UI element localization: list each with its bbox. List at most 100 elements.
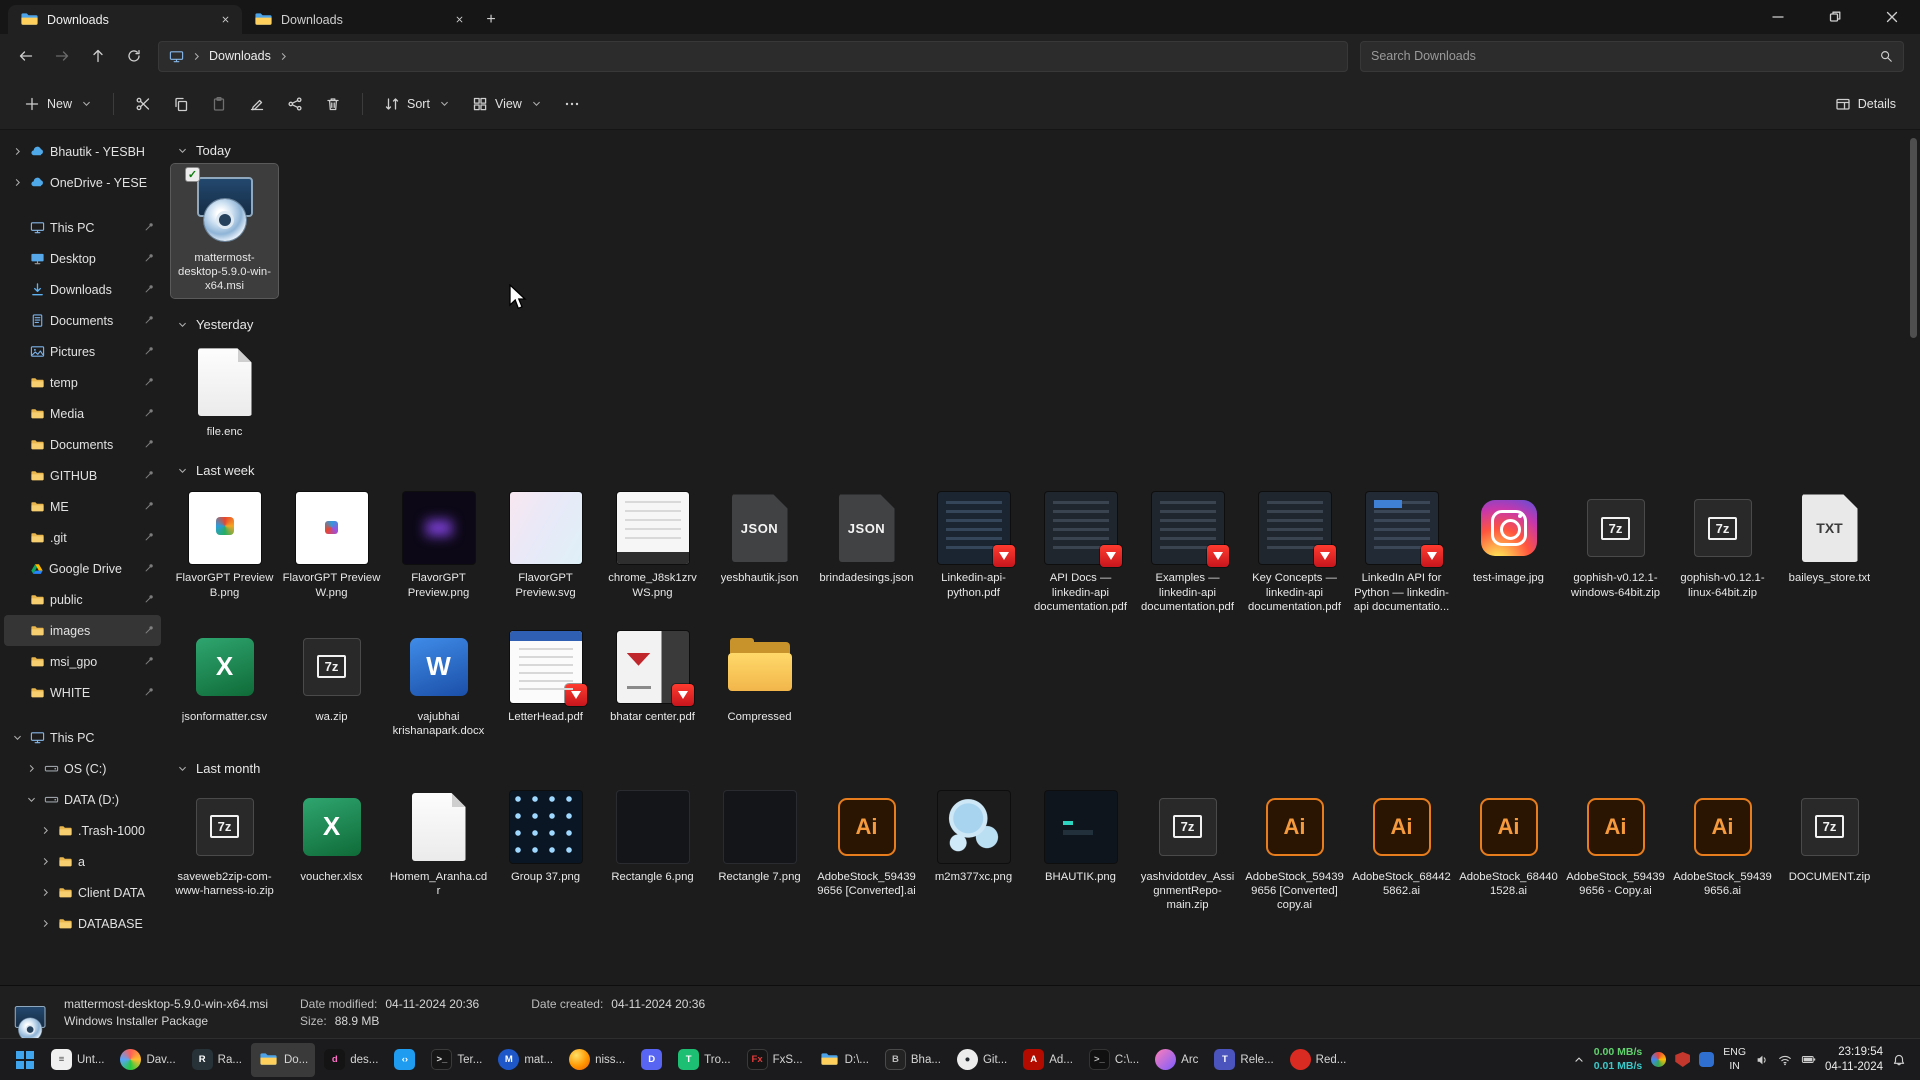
file-tile[interactable]: Ai AdobeStock_594399656 [Converted].ai — [813, 783, 920, 903]
taskbar-app-dark-app[interactable]: BBha... — [878, 1043, 948, 1077]
sidebar-item-this-pc[interactable]: This PC — [4, 212, 161, 243]
sidebar-item-database[interactable]: DATABASE — [4, 908, 161, 939]
group-header[interactable]: Today — [177, 138, 1906, 162]
sidebar-item-public[interactable]: public — [4, 584, 161, 615]
taskbar-app-cmd[interactable]: >_C:\... — [1082, 1043, 1146, 1077]
file-tile[interactable]: Key Concepts — linkedin-api documentatio… — [1241, 484, 1348, 618]
cut-button[interactable] — [125, 87, 161, 121]
file-tile[interactable]: Ai AdobeStock_684425862.ai — [1348, 783, 1455, 903]
taskbar-app-arc[interactable]: Arc — [1148, 1043, 1205, 1077]
selected-checkbox[interactable]: ✓ — [185, 167, 200, 182]
clock[interactable]: 23:19:54 04-11-2024 — [1825, 1045, 1883, 1075]
file-tile[interactable]: JSON brindadesings.json — [813, 484, 920, 590]
sidebar-item-git[interactable]: .git — [4, 522, 161, 553]
file-tile[interactable]: Compressed — [706, 623, 813, 729]
taskbar-app-explorer[interactable]: Do... — [251, 1043, 315, 1077]
sidebar-item-white[interactable]: WHITE — [4, 677, 161, 708]
file-tile[interactable]: BHAUTIK.png — [1027, 783, 1134, 889]
copy-button[interactable] — [163, 87, 199, 121]
refresh-button[interactable] — [116, 39, 152, 73]
taskbar-app-firefox[interactable]: niss... — [562, 1043, 632, 1077]
forward-button[interactable] — [44, 39, 80, 73]
search-icon[interactable] — [1879, 49, 1893, 63]
rename-button[interactable] — [239, 87, 275, 121]
wifi-icon[interactable] — [1778, 1053, 1792, 1067]
sort-button[interactable]: Sort — [374, 88, 460, 120]
notifications-icon[interactable] — [1892, 1053, 1906, 1067]
taskbar-app-folder-window[interactable]: D:\... — [812, 1043, 876, 1077]
taskbar-app-raindrop[interactable]: RRa... — [185, 1043, 249, 1077]
language-indicator[interactable]: ENG IN — [1723, 1046, 1746, 1072]
file-tile[interactable]: Rectangle 6.png — [599, 783, 706, 889]
taskbar-app-mattermost[interactable]: Mmat... — [491, 1043, 560, 1077]
view-button[interactable]: View — [462, 88, 552, 120]
file-tile[interactable]: LinkedIn API for Python — linkedin-api d… — [1348, 484, 1455, 618]
taskbar-app-terminal[interactable]: >_Ter... — [424, 1043, 489, 1077]
file-tile[interactable]: file.enc — [171, 338, 278, 444]
taskbar-app-redis[interactable]: Red... — [1283, 1043, 1354, 1077]
file-tile[interactable]: chrome_J8sk1zrvWS.png — [599, 484, 706, 604]
file-tile[interactable]: 7z gophish-v0.12.1-windows-64bit.zip — [1562, 484, 1669, 604]
details-pane-button[interactable]: Details — [1825, 88, 1906, 120]
group-header[interactable]: Last week — [177, 458, 1906, 482]
file-tile[interactable]: bhatar center.pdf — [599, 623, 706, 729]
sidebar-item-client-data[interactable]: Client DATA — [4, 877, 161, 908]
battery-icon[interactable] — [1801, 1052, 1816, 1067]
file-tile[interactable]: 7z yashvidotdev_AssignmentRepo-main.zip — [1134, 783, 1241, 917]
sidebar-item-temp[interactable]: temp — [4, 367, 161, 398]
sidebar-item-me[interactable]: ME — [4, 491, 161, 522]
breadcrumb[interactable]: Downloads — [209, 49, 271, 63]
sidebar-item-data-d[interactable]: DATA (D:) — [4, 784, 161, 815]
file-tile[interactable]: Examples — linkedin-api documentation.pd… — [1134, 484, 1241, 618]
taskbar-app-fxsound[interactable]: FxFxS... — [740, 1043, 810, 1077]
sidebar-item-trash-1000[interactable]: .Trash-1000 — [4, 815, 161, 846]
scrollbar-thumb[interactable] — [1910, 138, 1917, 338]
file-tile[interactable]: Ai AdobeStock_594399656 - Copy.ai — [1562, 783, 1669, 903]
taskbar-app-adobe[interactable]: AAd... — [1016, 1043, 1080, 1077]
file-tile[interactable]: X jsonformatter.csv — [171, 623, 278, 729]
sidebar-item-msi-gpo[interactable]: msi_gpo — [4, 646, 161, 677]
tab-downloads[interactable]: Downloads — [242, 5, 476, 34]
back-button[interactable] — [8, 39, 44, 73]
file-tile[interactable]: X voucher.xlsx — [278, 783, 385, 889]
group-header[interactable]: Yesterday — [177, 312, 1906, 336]
more-options-button[interactable] — [554, 87, 590, 121]
file-tile[interactable]: API Docs — linkedin-api documentation.pd… — [1027, 484, 1134, 618]
start-button[interactable] — [6, 1043, 44, 1077]
sidebar-item-documents[interactable]: Documents — [4, 305, 161, 336]
tab-close-icon[interactable] — [450, 11, 468, 29]
file-tile[interactable]: 7z wa.zip — [278, 623, 385, 729]
sidebar-item-onedrive-yese[interactable]: OneDrive - YESE — [4, 167, 161, 198]
sidebar-item-os-c[interactable]: OS (C:) — [4, 753, 161, 784]
taskbar-app-vscode[interactable]: ‹› — [387, 1043, 422, 1077]
file-tile[interactable]: test-image.jpg — [1455, 484, 1562, 590]
upload-tray-icon[interactable] — [1699, 1052, 1714, 1067]
file-tile[interactable]: FlavorGPT Preview W.png — [278, 484, 385, 604]
minimize-button[interactable] — [1749, 0, 1806, 34]
sidebar-item-images[interactable]: images — [4, 615, 161, 646]
chrome-tray-icon[interactable] — [1651, 1052, 1666, 1067]
tray-expand-icon[interactable] — [1573, 1054, 1585, 1066]
file-tile[interactable]: 7z gophish-v0.12.1-linux-64bit.zip — [1669, 484, 1776, 604]
up-button[interactable] — [80, 39, 116, 73]
tab-downloads[interactable]: Downloads — [8, 5, 242, 34]
file-tile[interactable]: 7z saveweb2zip-com-www-harness-io.zip — [171, 783, 278, 903]
search-input[interactable] — [1371, 49, 1871, 63]
taskbar-app-design[interactable]: ddes... — [317, 1043, 385, 1077]
file-tile[interactable]: Ai AdobeStock_594399656.ai — [1669, 783, 1776, 903]
new-button[interactable]: New — [14, 88, 102, 120]
shield-tray-icon[interactable] — [1675, 1052, 1690, 1067]
file-tile[interactable]: LetterHead.pdf — [492, 623, 599, 729]
file-tile[interactable]: Group 37.png — [492, 783, 599, 889]
file-tile[interactable]: Ai AdobeStock_594399656 [Converted] copy… — [1241, 783, 1348, 917]
tab-close-icon[interactable] — [216, 11, 234, 29]
file-tile[interactable]: Ai AdobeStock_684401528.ai — [1455, 783, 1562, 903]
file-tile[interactable]: FlavorGPT Preview.png — [385, 484, 492, 604]
sidebar-item-github[interactable]: GITHUB — [4, 460, 161, 491]
file-tile[interactable]: TXT baileys_store.txt — [1776, 484, 1883, 590]
share-button[interactable] — [277, 87, 313, 121]
file-tile[interactable]: W vajubhai krishanapark.docx — [385, 623, 492, 743]
maximize-button[interactable] — [1806, 0, 1863, 34]
sidebar-item-bhautik-yesbh[interactable]: Bhautik - YESBH — [4, 136, 161, 167]
file-tile[interactable]: Homem_Aranha.cdr — [385, 783, 492, 903]
